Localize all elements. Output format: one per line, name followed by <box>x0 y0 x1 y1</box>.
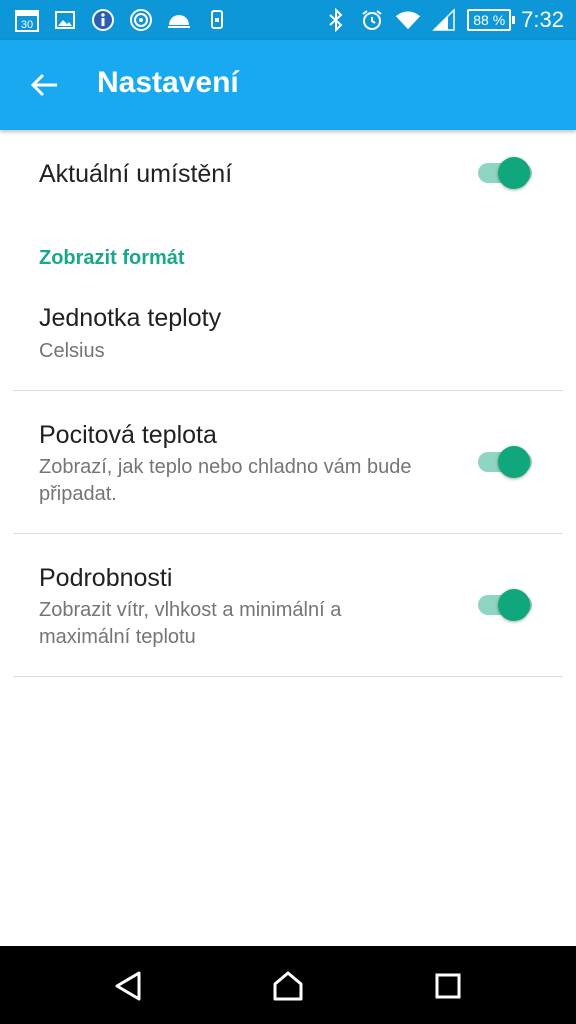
nav-back-button[interactable] <box>108 966 148 1006</box>
setting-summary: Zobrazit vítr, vlhkost a minimální a max… <box>39 599 342 648</box>
nav-home-button[interactable] <box>268 966 308 1006</box>
details-switch[interactable] <box>478 585 532 625</box>
setting-title: Pocitová teplota <box>39 421 217 449</box>
setting-feels-like[interactable]: Pocitová teplota Zobrazí, jak teplo nebo… <box>0 391 576 533</box>
divider <box>13 676 563 677</box>
arrow-left-icon <box>31 73 57 97</box>
back-button[interactable] <box>22 62 68 108</box>
bluetooth-icon <box>323 7 349 33</box>
calendar-icon: 30 <box>14 7 40 33</box>
setting-value: Celsius <box>39 340 105 362</box>
setting-title: Aktuální umístění <box>39 160 233 188</box>
phone-sync-icon <box>204 7 230 33</box>
switch-thumb <box>498 589 530 621</box>
clock: 7:32 <box>521 7 564 32</box>
svg-text:30: 30 <box>21 19 33 31</box>
setting-temperature-unit[interactable]: Jednotka teploty Celsius <box>0 280 576 390</box>
back-triangle-icon <box>115 971 141 1001</box>
wifi-icon <box>395 7 421 33</box>
page-title: Nastavení <box>97 66 239 99</box>
hotspot-icon <box>128 7 154 33</box>
category-display-format: Zobrazit formát <box>39 247 185 269</box>
signal-icon <box>431 7 457 33</box>
battery-indicator: 88 % <box>467 9 516 31</box>
setting-current-location[interactable]: Aktuální umístění <box>0 130 576 220</box>
app-bar: Nastavení <box>0 40 576 130</box>
notification-icons: 30 <box>14 7 230 33</box>
nav-recents-button[interactable] <box>428 966 468 1006</box>
info-icon <box>90 7 116 33</box>
switch-thumb <box>498 446 530 478</box>
weather-icon <box>166 7 192 33</box>
setting-summary: Zobrazí, jak teplo nebo chladno vám bude… <box>39 456 412 505</box>
recents-icon <box>435 973 461 999</box>
alarm-icon <box>359 7 385 33</box>
home-icon <box>273 971 303 1001</box>
feels-like-switch[interactable] <box>478 442 532 482</box>
status-bar: 30 88 % 7:32 <box>0 0 576 40</box>
switch-thumb <box>498 157 530 189</box>
photo-icon <box>52 7 78 33</box>
current-location-switch[interactable] <box>478 153 532 193</box>
navigation-bar <box>0 946 576 1024</box>
system-status: 88 % 7:32 <box>323 6 564 34</box>
setting-title: Jednotka teploty <box>39 304 222 332</box>
setting-details[interactable]: Podrobnosti Zobrazit vítr, vlhkost a min… <box>0 534 576 676</box>
setting-title: Podrobnosti <box>39 564 173 592</box>
